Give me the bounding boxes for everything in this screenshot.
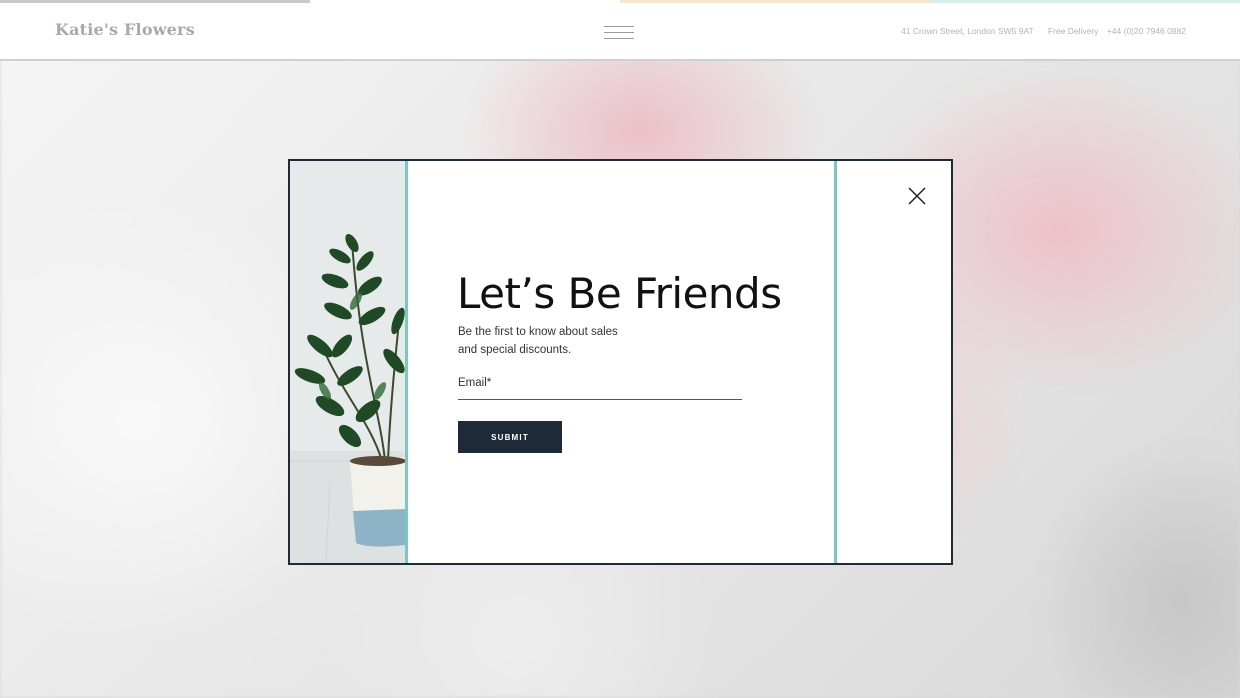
address-text: 41 Crown Street, London SW5 9AT — [901, 26, 1034, 36]
subtext-line-1: Be the first to know about sales — [458, 326, 618, 338]
submit-button[interactable]: SUBMIT — [458, 421, 562, 453]
phone-text[interactable]: +44 (0)20 7946 0882 — [1107, 26, 1186, 36]
potted-plant-image — [290, 161, 405, 563]
accent-divider-left — [405, 161, 408, 563]
site-logo[interactable]: Katie's Flowers — [55, 20, 195, 39]
delivery-text: Free Delivery — [1047, 26, 1099, 36]
newsletter-popup: Let’s Be Friends Be the first to know ab… — [288, 159, 953, 565]
close-icon[interactable] — [904, 183, 930, 209]
email-field[interactable] — [458, 375, 742, 400]
popup-subtext: Be the first to know about sales and spe… — [458, 323, 658, 359]
accent-divider-right — [834, 161, 837, 563]
site-header: Katie's Flowers 41 Crown Street, London … — [0, 3, 1240, 61]
header-contact-info: 41 Crown Street, London SW5 9AT Free Del… — [889, 26, 1186, 36]
subtext-line-2: and special discounts. — [458, 344, 572, 356]
hamburger-menu-icon[interactable] — [604, 22, 636, 42]
popup-heading: Let’s Be Friends — [457, 269, 782, 318]
